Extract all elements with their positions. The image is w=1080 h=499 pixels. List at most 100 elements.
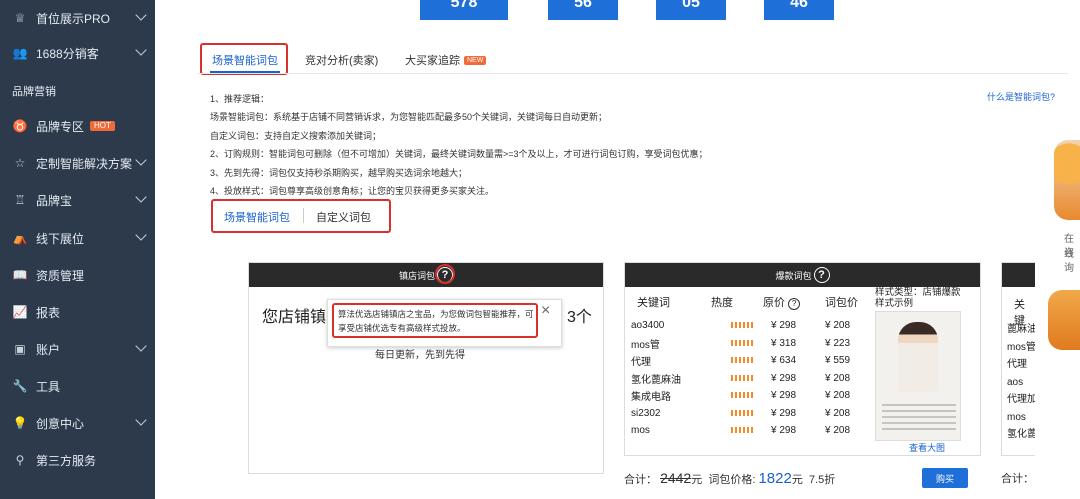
chevron-down-icon[interactable] (135, 154, 147, 166)
keyword-list-partial: 蓖麻油 mos管 代理 aos 代理加 mos 氢化蓖 (1007, 321, 1035, 444)
heat-cell (705, 370, 757, 388)
question-icon[interactable]: ? (788, 298, 801, 310)
sidebar-item-label: 账户 (36, 342, 61, 357)
rules-text: 1、推荐逻辑： 场景智能词包：系统基于店铺不同营销诉求，为您智能匹配最多50个关… (210, 90, 1010, 200)
discount: 7.5折 (808, 474, 836, 486)
table-header-row: 关键词 热度 原价 ? 词包价 (625, 287, 875, 317)
orig-price-cell: ¥ 298 (771, 390, 797, 402)
total-summary: 合计： 2442元 词包价格: 1822元 7.5折 (624, 470, 835, 487)
orig-price-cell: ¥ 298 (771, 407, 797, 419)
orig-price-cell: ¥ 298 (771, 372, 797, 384)
highlight-box-tab (200, 43, 288, 75)
currency-yuan: 元 (691, 474, 703, 486)
help-link[interactable]: 什么是智能词包? (987, 90, 1055, 103)
list-item: mos (1007, 411, 1026, 423)
keyword-cell: 集成电路 (631, 392, 671, 404)
sidebar-item-4[interactable]: ☆ 定制智能解决方案 (0, 145, 155, 181)
help-icon[interactable]: ? (813, 267, 830, 283)
orig-price-cell: ¥ 298 (771, 320, 797, 332)
keyword-cell: mos管 (631, 339, 660, 351)
sidebar-item-label: 第三方服务 (36, 453, 97, 468)
subtab-custom-wordpack[interactable]: 自定义词包 (316, 209, 371, 225)
sidebar-item-3[interactable]: ♉ 品牌专区 HOT (0, 108, 155, 144)
subtab-scene-wordpack[interactable]: 场景智能词包 (224, 209, 290, 225)
new-badge: NEW (464, 55, 487, 65)
sidebar-item-12[interactable]: ⚲ 第三方服务 (0, 442, 155, 478)
tab-label: 大买家追踪 (405, 55, 460, 67)
table-row: mos ¥ 298 ¥ 208 (625, 422, 875, 440)
gift-icon (1048, 290, 1080, 350)
total-label: 合计： (624, 474, 657, 486)
pack-price-cell: ¥ 208 (825, 390, 851, 402)
rule-line: 场景智能词包：系统基于店铺不同营销诉求，为您智能匹配最多50个关键词，关键词每日… (210, 112, 608, 123)
table-row: 集成电路 ¥ 298 ¥ 208 (625, 387, 875, 405)
rule-line: 1、推荐逻辑： (210, 94, 270, 104)
chart-icon: 📈 (12, 305, 28, 319)
customer-service-widget[interactable]: 在线 咨询 (1040, 130, 1080, 350)
sidebar-item-label: 报表 (36, 305, 61, 320)
chevron-down-icon[interactable] (135, 9, 147, 21)
users-icon: 👥 (12, 46, 28, 60)
sidebar-item-10[interactable]: 🔧 工具 (0, 368, 155, 404)
sidebar-item-9[interactable]: ▣ 账户 (0, 331, 155, 367)
heat-bars-icon (731, 374, 755, 381)
tab-divider (198, 73, 1068, 74)
sidebar-item-0[interactable]: ♕ 首位展示PRO (0, 0, 155, 36)
chevron-down-icon[interactable] (135, 229, 147, 241)
orig-price-cell: ¥ 298 (771, 425, 797, 437)
pack-price: 1822 (758, 470, 792, 487)
keyword-cell: mos (631, 425, 650, 437)
list-item: 氢化蓖 (1007, 429, 1035, 440)
sidebar-item-8[interactable]: 📈 报表 (0, 294, 155, 330)
rule-line: 4、投放样式：词包尊享高级创意角标；让您的宝贝获得更多买家关注。 (210, 186, 495, 197)
table-row: si2302 ¥ 298 ¥ 208 (625, 405, 875, 423)
sidebar-item-5[interactable]: ♖ 品牌宝 (0, 182, 155, 218)
table-row: 代理 ¥ 634 ¥ 559 (625, 352, 875, 370)
sidebar-item-11[interactable]: 💡 创意中心 (0, 405, 155, 441)
orig-price-cell: ¥ 318 (771, 337, 797, 349)
sidebar-item-6[interactable]: ⛺ 线下展位 (0, 220, 155, 256)
sidebar-item-label: 1688分销客 (36, 46, 99, 61)
chevron-down-icon[interactable] (135, 44, 147, 56)
heat-bars-icon (731, 339, 755, 346)
col-keyword: 关键词 (637, 297, 670, 309)
booth-icon: ⛺ (12, 231, 28, 245)
style-type-label: 样式类型：店铺爆款 样式示例 (875, 287, 980, 309)
sidebar-item-7[interactable]: 📖 资质管理 (0, 257, 155, 293)
chevron-down-icon[interactable] (135, 414, 147, 426)
card-store-wordpack: 镇店词包 ? 您店铺镇 3个 每日更新，先到先得 (248, 262, 604, 474)
sidebar: ♕ 首位展示PRO 👥 1688分销客 品牌营销 ♉ 品牌专区 HOT ☆ 定制智能解决方案 ♖ 品牌… (0, 0, 155, 499)
sidebar-item-label: 品牌宝 (36, 193, 73, 208)
orig-price-cell: ¥ 634 (771, 355, 797, 367)
keyword-cell: si2302 (631, 407, 661, 419)
image-caption-bars (882, 404, 956, 434)
rule-line: 自定义词包：支持自定义搜索添加关键词； (210, 130, 382, 141)
chevron-down-icon[interactable] (135, 340, 147, 352)
tab-competitor-analysis[interactable]: 竞对分析(卖家) (305, 47, 378, 73)
list-item: mos管 (1007, 341, 1035, 353)
col-pack-price: 词包价 (825, 297, 858, 309)
card-subtext: 每日更新，先到先得 (375, 350, 465, 361)
rule-line: 3、先到先得：词包仅支持秒杀期购买，越早购买选词余地越大； (210, 167, 468, 178)
buy-button[interactable]: 购买 (922, 468, 968, 488)
currency-yuan: 元 (791, 474, 803, 486)
view-large-link[interactable]: 查看大图 (909, 441, 945, 454)
subtab-separator (303, 208, 304, 223)
card-title: 镇店词包 (398, 270, 435, 281)
table-row: 氢化蓖麻油 ¥ 298 ¥ 208 (625, 370, 875, 388)
service-text-2: 咨询 (1064, 248, 1074, 274)
pack-price-cell: ¥ 208 (825, 407, 851, 419)
sidebar-item-label: 工具 (36, 379, 61, 394)
heat-cell (705, 422, 757, 440)
heat-cell (705, 405, 757, 423)
tab-big-buyer-tracking[interactable]: 大买家追踪 NEW (405, 47, 487, 73)
chevron-down-icon[interactable] (135, 191, 147, 203)
close-icon[interactable]: × (541, 302, 550, 320)
style-example-image[interactable] (875, 311, 961, 441)
heat-bars-icon (731, 392, 755, 399)
rule-line: 2、订购规则：智能词包可删除（但不可增加）关键词，最终关键词数量需>=3个及以上… (210, 149, 708, 160)
sidebar-item-1[interactable]: 👥 1688分销客 (0, 35, 155, 71)
card-body-right: 3个 (567, 309, 592, 326)
award-icon: ♉ (12, 119, 28, 133)
table-row: mos管 ¥ 318 ¥ 223 (625, 335, 875, 353)
